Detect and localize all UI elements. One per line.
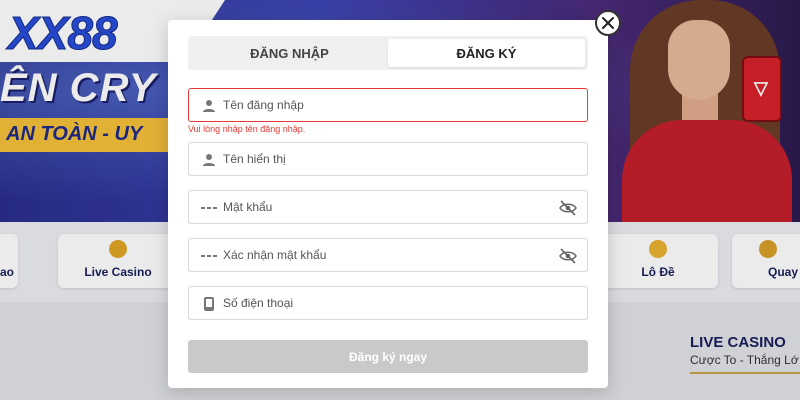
- username-error: Vui lòng nhập tên đăng nhập.: [188, 124, 306, 134]
- register-submit-button[interactable]: Đăng ký ngay: [188, 340, 588, 373]
- close-icon: [602, 17, 614, 29]
- tab-register[interactable]: ĐĂNG KÝ: [388, 39, 585, 67]
- display-name-input[interactable]: [223, 143, 553, 175]
- close-button[interactable]: [595, 10, 621, 36]
- username-input[interactable]: [223, 89, 553, 121]
- user-icon: [203, 100, 215, 112]
- password-dots-icon: [201, 255, 217, 257]
- confirm-password-input[interactable]: [223, 239, 553, 271]
- password-input[interactable]: [223, 191, 553, 223]
- display-name-field[interactable]: [188, 142, 588, 176]
- eye-off-icon[interactable]: [559, 200, 577, 216]
- phone-field[interactable]: [188, 286, 588, 320]
- username-field[interactable]: [188, 88, 588, 122]
- phone-input[interactable]: [223, 287, 553, 319]
- user-icon: [203, 154, 215, 166]
- phone-icon: [204, 297, 214, 311]
- tab-login[interactable]: ĐĂNG NHẬP: [191, 39, 388, 67]
- eye-off-icon[interactable]: [559, 248, 577, 264]
- register-modal: ĐĂNG NHẬP ĐĂNG KÝ Vui lòng nhập tên đăng…: [168, 20, 608, 388]
- password-dots-icon: [201, 207, 217, 209]
- auth-tabs: ĐĂNG NHẬP ĐĂNG KÝ: [188, 36, 588, 70]
- confirm-password-field[interactable]: [188, 238, 588, 272]
- password-field[interactable]: [188, 190, 588, 224]
